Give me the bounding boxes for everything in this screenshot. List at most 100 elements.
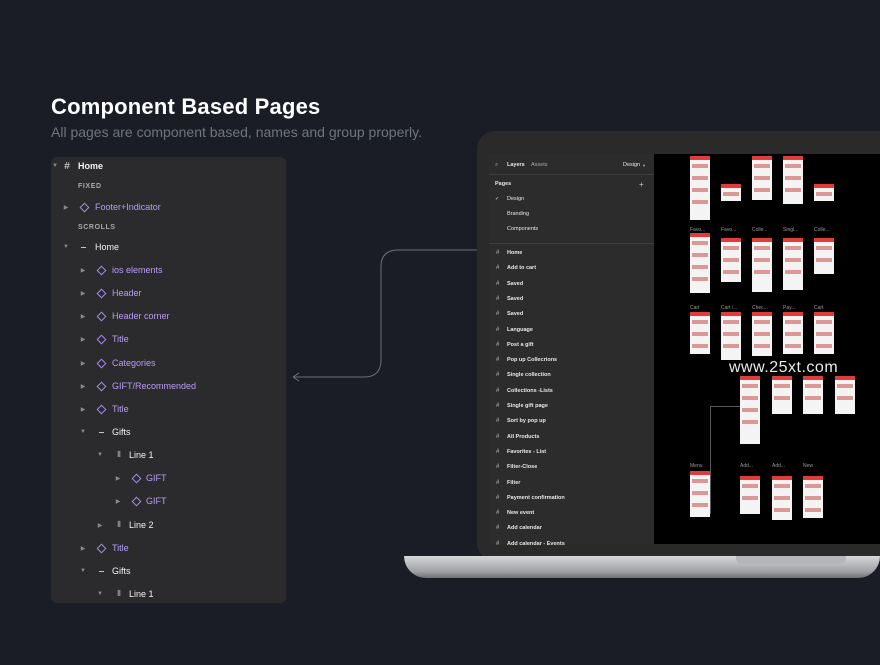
frame-thumbnail[interactable]: [690, 471, 710, 517]
frame-label: Payment confirmation: [507, 494, 565, 501]
chevron-down-icon[interactable]: ▼: [642, 163, 646, 168]
frame-thumbnail[interactable]: [752, 312, 772, 356]
caret-right-icon[interactable]: ▶: [79, 267, 87, 274]
frame-item[interactable]: # Single gift page: [489, 399, 654, 413]
frame-item[interactable]: # Pop up Collecrions: [489, 353, 654, 367]
layer-row[interactable]: ▶ Header: [51, 283, 286, 303]
frame-thumbnail[interactable]: [772, 476, 792, 520]
layer-row[interactable]: ▶ Title: [51, 329, 286, 349]
frame-icon: #: [496, 387, 500, 394]
caret-right-icon[interactable]: ▶: [79, 383, 87, 390]
frame-item[interactable]: # Add calendar: [489, 521, 654, 535]
caret-right-icon[interactable]: ▶: [79, 360, 87, 367]
frame-item[interactable]: # Add calendar - Events: [489, 537, 654, 551]
frame-thumbnail[interactable]: [752, 156, 772, 200]
caret-right-icon[interactable]: ▶: [62, 204, 70, 211]
thumbnail-block: [723, 320, 739, 324]
layer-row-footer-indicator[interactable]: ▶ Footer+Indicator: [51, 197, 286, 217]
search-icon[interactable]: ⌕: [495, 162, 498, 169]
caret-down-icon[interactable]: ▼: [96, 452, 104, 458]
thumbnail-block: [785, 320, 801, 324]
layer-row-home[interactable]: ▼ # Home: [51, 157, 286, 176]
caret-down-icon[interactable]: ▼: [62, 244, 70, 250]
frame-thumbnail[interactable]: [721, 184, 741, 201]
layer-row[interactable]: ▶ Categories: [51, 353, 286, 373]
frame-item[interactable]: # Filter: [489, 476, 654, 490]
thumbnail-block: [742, 384, 758, 388]
frame-item[interactable]: # Post a gift: [489, 338, 654, 352]
frame-item[interactable]: # Sort by pop up: [489, 414, 654, 428]
frame-thumbnail[interactable]: [721, 312, 741, 360]
add-page-button[interactable]: +: [639, 180, 644, 189]
frame-thumbnail[interactable]: [690, 156, 710, 220]
caret-right-icon[interactable]: ▶: [79, 545, 87, 552]
caret-down-icon[interactable]: ▼: [79, 568, 87, 574]
layer-row-home-group[interactable]: ▼ Home: [51, 237, 286, 257]
caret-right-icon[interactable]: ▶: [79, 313, 87, 320]
layer-row-line[interactable]: ▶ ⦀ Line 2: [51, 515, 286, 535]
frame-thumbnail[interactable]: [740, 476, 760, 514]
frame-item[interactable]: # Payment confirmation: [489, 491, 654, 505]
frame-item[interactable]: # All Products: [489, 430, 654, 444]
layer-row[interactable]: ▶ ios elements: [51, 260, 286, 280]
frame-item[interactable]: # Saved: [489, 277, 654, 291]
list-layout-icon: [97, 426, 105, 438]
frame-thumbnail[interactable]: [803, 476, 823, 518]
frame-thumbnail[interactable]: [690, 312, 710, 354]
layer-row-gifts[interactable]: ▼ Gifts: [51, 422, 286, 442]
frame-item[interactable]: # Saved: [489, 292, 654, 306]
layer-row-line[interactable]: ▼ ⦀ Line 1: [51, 445, 286, 465]
frame-thumbnail[interactable]: [814, 238, 834, 274]
layer-row[interactable]: ▶ Header corner: [51, 306, 286, 326]
frame-thumbnail[interactable]: [783, 238, 803, 290]
layer-row[interactable]: ▶ GIFT: [51, 468, 286, 488]
frame-item[interactable]: # New event: [489, 506, 654, 520]
layer-label: Footer+Indicator: [95, 202, 161, 212]
caret-right-icon[interactable]: ▶: [79, 406, 87, 413]
frame-item[interactable]: # Collections -Lists: [489, 384, 654, 398]
frame-item[interactable]: # Add to cart: [489, 261, 654, 275]
frame-thumbnail[interactable]: [783, 312, 803, 354]
page-item-components[interactable]: Components: [489, 222, 654, 236]
frame-item[interactable]: # Single collection: [489, 368, 654, 382]
tab-assets[interactable]: Assets: [531, 162, 548, 168]
frame-thumbnail[interactable]: [835, 376, 855, 414]
layer-row[interactable]: ▶ GIFT/Recommended: [51, 376, 286, 396]
frame-thumbnail[interactable]: [772, 376, 792, 414]
caret-right-icon[interactable]: ▶: [114, 475, 122, 482]
caret-right-icon[interactable]: ▶: [79, 290, 87, 297]
layer-row[interactable]: ▶ Title: [51, 538, 286, 558]
layer-row[interactable]: ▶ GIFT: [51, 491, 286, 511]
page-item-branding[interactable]: Branding: [489, 207, 654, 221]
frame-thumbnail[interactable]: [740, 376, 760, 444]
layer-row-gifts[interactable]: ▼ Gifts: [51, 561, 286, 581]
caret-right-icon[interactable]: ▶: [96, 522, 104, 529]
caret-down-icon[interactable]: ▼: [51, 163, 59, 169]
frame-item[interactable]: # Saved: [489, 307, 654, 321]
frame-thumbnail[interactable]: [814, 312, 834, 354]
component-icon: [95, 264, 107, 276]
frame-thumbnail[interactable]: [814, 184, 834, 201]
figma-tabs: ⌕ Layers Assets Design ▼: [489, 158, 654, 172]
layer-label: GIFT/Recommended: [112, 381, 197, 391]
frame-thumbnail[interactable]: [721, 238, 741, 282]
caret-down-icon[interactable]: ▼: [96, 591, 104, 597]
layer-row[interactable]: ▶ Title: [51, 399, 286, 419]
caret-right-icon[interactable]: ▶: [79, 336, 87, 343]
thumbnail-block: [742, 496, 758, 500]
frame-thumbnail[interactable]: [690, 233, 710, 293]
frame-thumbnail[interactable]: [783, 156, 803, 204]
frame-thumbnail[interactable]: [752, 238, 772, 292]
frame-item[interactable]: # Home: [489, 246, 654, 260]
frame-thumbnail[interactable]: [803, 376, 823, 414]
caret-right-icon[interactable]: ▶: [114, 498, 122, 505]
page-item-design[interactable]: ✓ Design: [489, 192, 654, 206]
frame-item[interactable]: # Favorites - List: [489, 445, 654, 459]
layer-row-line[interactable]: ▼ ⦀ Line 1: [51, 584, 286, 603]
design-dropdown[interactable]: Design: [623, 162, 640, 168]
tab-layers[interactable]: Layers: [507, 162, 525, 168]
frame-item[interactable]: # Language: [489, 323, 654, 337]
frame-title: Menu: [690, 463, 703, 469]
caret-down-icon[interactable]: ▼: [79, 429, 87, 435]
frame-item[interactable]: # Filter-Close: [489, 460, 654, 474]
